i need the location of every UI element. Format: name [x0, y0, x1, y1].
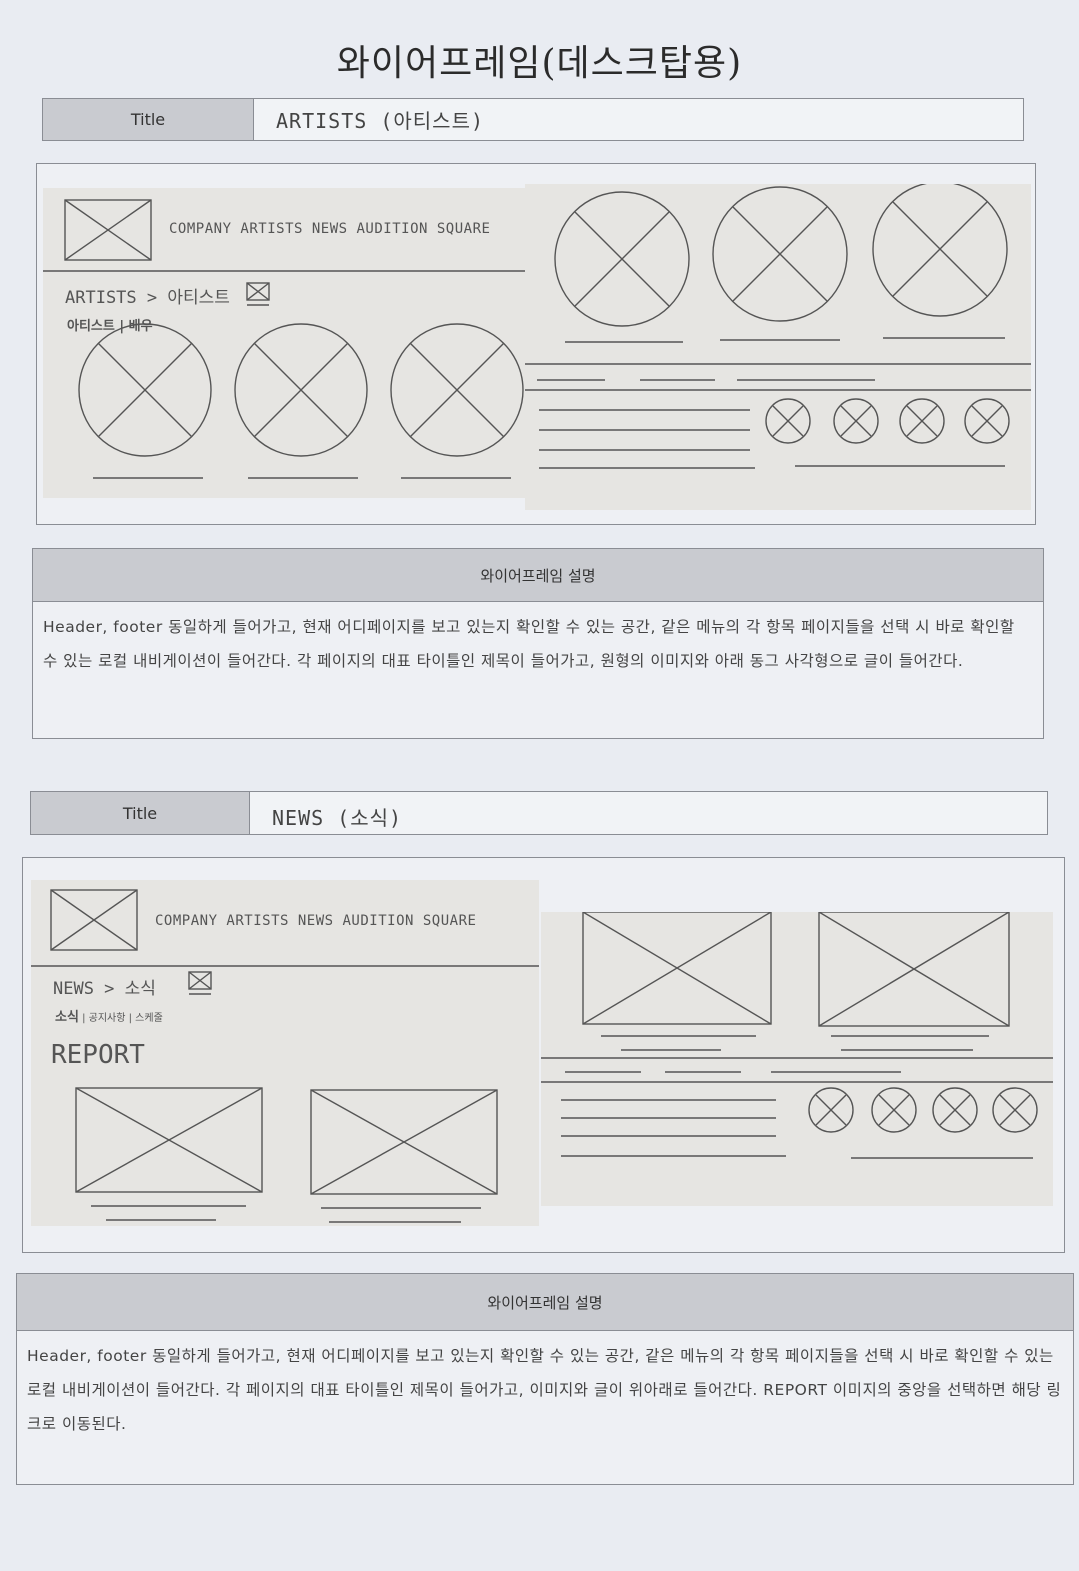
document-title: 와이어프레임(데스크탑용): [336, 43, 743, 84]
nav-menu: COMPANY ARTISTS NEWS AUDITION SQUARE: [169, 221, 491, 237]
title-value: NEWS (소식): [272, 805, 403, 830]
title-label: Title: [31, 792, 250, 834]
local-nav: 아티스트 | 배우: [67, 319, 153, 334]
description-header: 와이어프레임 설명: [17, 1274, 1073, 1331]
breadcrumb: ARTISTS > 아티스트: [65, 288, 230, 308]
title-value: ARTISTS (아티스트): [276, 109, 485, 133]
page-heading: REPORT: [51, 1040, 145, 1070]
sketch-artists-main: COMPANY ARTISTS NEWS AUDITION SQUARE ART…: [43, 188, 527, 498]
sketch-news-main: COMPANY ARTISTS NEWS AUDITION SQUARE NEW…: [31, 880, 539, 1226]
breadcrumb: NEWS > 소식: [53, 979, 156, 999]
wireframe-frame-artists: COMPANY ARTISTS NEWS AUDITION SQUARE ART…: [36, 163, 1036, 525]
sketch-artists-footer: [525, 184, 1031, 510]
sketch-artists-footer-drawing: [525, 184, 1031, 469]
description-header: 와이어프레임 설명: [33, 549, 1043, 602]
title-row-artists: Title ARTISTS (아티스트): [42, 98, 1024, 141]
sketch-news-footer-drawing: [541, 912, 1053, 1159]
description-box-artists: 와이어프레임 설명 Header, footer 동일하게 들어가고, 현재 어…: [32, 548, 1044, 739]
local-nav: 소식 | 공지사항 | 스케줄: [55, 1006, 163, 1025]
wireframe-frame-news: COMPANY ARTISTS NEWS AUDITION SQUARE NEW…: [22, 857, 1065, 1253]
description-text: Header, footer 동일하게 들어가고, 현재 어디페이지를 보고 있…: [27, 1347, 1062, 1433]
title-label: Title: [43, 99, 254, 140]
local-nav-rest: | 공지사항 | 스케줄: [78, 1013, 163, 1024]
nav-menu: COMPANY ARTISTS NEWS AUDITION SQUARE: [155, 913, 477, 929]
description-text: Header, footer 동일하게 들어가고, 현재 어디페이지를 보고 있…: [43, 618, 1015, 670]
local-nav-active: 소식: [55, 1010, 79, 1025]
sketch-news-footer: [541, 912, 1053, 1206]
description-box-news: 와이어프레임 설명 Header, footer 동일하게 들어가고, 현재 어…: [16, 1273, 1074, 1485]
title-row-news: Title NEWS (소식): [30, 791, 1048, 835]
